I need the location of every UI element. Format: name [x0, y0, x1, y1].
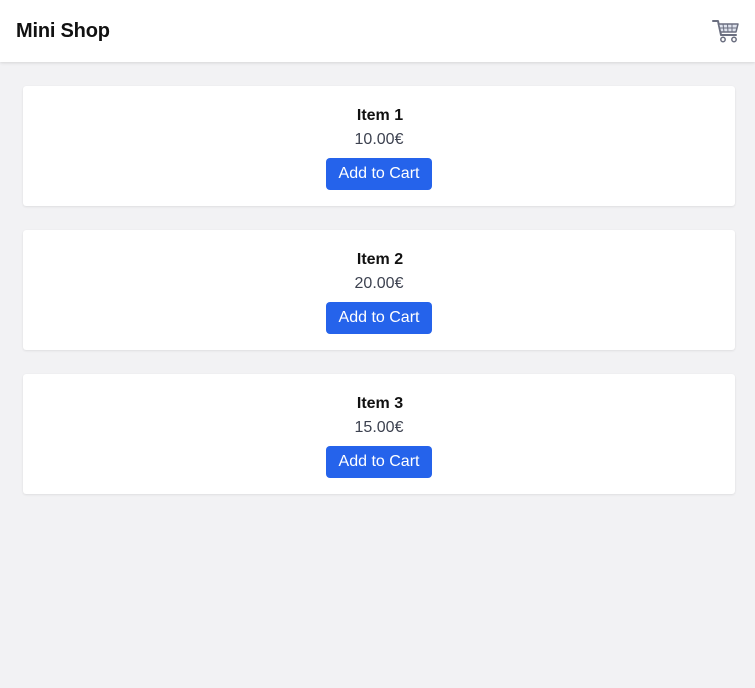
product-card: Item 2 20.00€ Add to Cart [23, 230, 735, 350]
product-card: Item 3 15.00€ Add to Cart [23, 374, 735, 494]
add-to-cart-button[interactable]: Add to Cart [326, 446, 432, 478]
add-to-cart-button[interactable]: Add to Cart [326, 158, 432, 190]
add-to-cart-button[interactable]: Add to Cart [326, 302, 432, 334]
product-name: Item 2 [356, 251, 404, 268]
product-name: Item 3 [356, 395, 404, 412]
product-list: Item 1 10.00€ Add to Cart Item 2 20.00€ … [23, 86, 735, 518]
shopping-cart-icon [711, 17, 741, 45]
product-price: 10.00€ [354, 131, 404, 148]
product-price: 15.00€ [354, 419, 404, 436]
product-price: 20.00€ [354, 275, 404, 292]
product-card: Item 1 10.00€ Add to Cart [23, 86, 735, 206]
product-name: Item 1 [356, 107, 404, 124]
app-title: Mini Shop [16, 20, 110, 42]
cart-button[interactable] [711, 17, 741, 45]
app-header: Mini Shop [0, 0, 755, 62]
